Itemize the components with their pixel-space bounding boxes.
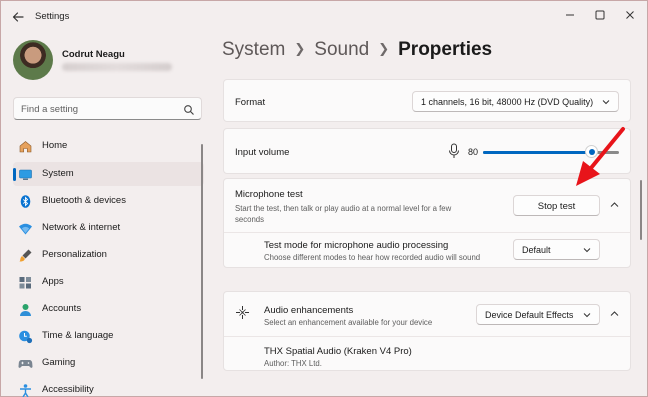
audio-enhancements-label: Audio enhancements [264,305,354,316]
test-mode-dropdown[interactable]: Default [513,239,600,260]
search-icon[interactable] [183,103,195,115]
stop-test-button[interactable]: Stop test [513,195,600,216]
sidebar-item-personalization[interactable]: Personalization [13,243,204,267]
sidebar-item-network[interactable]: Network & internet [13,216,204,240]
search-input[interactable]: Find a setting [13,97,202,120]
volume-value: 80 [468,147,479,157]
apps-icon [18,275,33,290]
audio-enhancements-description: Select an enhancement available for your… [264,318,433,327]
sidebar-item-label: Home [42,140,68,151]
avatar[interactable] [13,40,53,80]
enhancements-dropdown[interactable]: Device Default Effects [476,304,600,325]
sidebar-item-label: Apps [42,276,64,287]
personalization-icon [18,248,33,263]
chevron-down-icon [583,248,591,253]
thx-author: Author: THX Ltd. [264,359,322,368]
main-scrollbar[interactable] [640,180,642,240]
minimize-icon[interactable] [556,4,584,26]
format-value: 1 channels, 16 bit, 48000 Hz (DVD Qualit… [421,97,594,107]
test-mode-value: Default [522,245,551,255]
gaming-icon [18,356,33,371]
home-icon [18,139,33,154]
accessibility-icon [18,383,33,397]
sidebar-item-system[interactable]: System [13,162,204,186]
back-arrow-icon[interactable] [10,9,26,25]
chevron-right-icon: ❯ [378,41,390,56]
active-indicator [13,168,16,181]
page-title: Properties [398,39,493,60]
sidebar-item-accounts[interactable]: Accounts [13,297,204,321]
user-name: Codrut Neagu [62,49,125,60]
sidebar-item-label: System [42,168,74,179]
sidebar-item-label: Gaming [42,357,76,368]
stop-test-label: Stop test [537,201,576,212]
close-icon[interactable] [616,4,644,26]
breadcrumb-sound[interactable]: Sound [314,39,369,60]
thx-label: THX Spatial Audio (Kraken V4 Pro) [264,346,412,357]
divider [224,232,630,233]
sidebar-item-label: Accessibility [42,384,94,395]
chevron-right-icon: ❯ [294,41,306,56]
microphone-test-label: Microphone test [235,189,303,200]
format-card: Format 1 channels, 16 bit, 48000 Hz (DVD… [223,79,631,122]
red-arrow-annotation [576,127,625,186]
maximize-icon[interactable] [586,4,614,26]
breadcrumb: System ❯ Sound ❯ Properties [222,39,492,61]
microphone-test-card: Microphone test Start the test, then tal… [223,178,631,268]
divider [224,336,630,337]
chevron-up-icon[interactable] [610,201,619,208]
chevron-down-icon [583,313,591,318]
sidebar-item-label: Time & language [42,330,114,341]
format-label: Format [235,97,266,108]
format-dropdown[interactable]: 1 channels, 16 bit, 48000 Hz (DVD Qualit… [412,91,619,112]
enhancements-sparkle-icon [235,305,250,320]
test-mode-description: Choose different modes to hear how recor… [264,253,481,262]
sidebar-scrollbar[interactable] [201,144,203,379]
sidebar-item-gaming[interactable]: Gaming [13,351,204,375]
sidebar-item-label: Network & internet [42,222,121,233]
sidebar-item-home[interactable]: Home [13,134,204,158]
bluetooth-icon [18,194,33,209]
sidebar-item-time-language[interactable]: Time & language [13,324,204,348]
accounts-icon [18,302,33,317]
network-icon [18,221,33,236]
user-email-blurred [62,63,172,71]
sidebar-item-label: Accounts [42,303,82,314]
chevron-down-icon [602,100,610,105]
search-placeholder: Find a setting [21,104,79,115]
microphone-icon[interactable] [448,143,460,159]
chevron-up-icon[interactable] [610,310,619,317]
title-bar: Settings [0,0,648,32]
sidebar-item-apps[interactable]: Apps [13,270,204,294]
sidebar-item-label: Personalization [42,249,107,260]
audio-enhancements-card: Audio enhancements Select an enhancement… [223,291,631,371]
breadcrumb-system[interactable]: System [222,39,285,60]
time-language-icon [18,329,33,344]
enhancements-value: Device Default Effects [485,310,574,320]
microphone-test-description: Start the test, then talk or play audio … [235,204,452,224]
app-title: Settings [35,11,70,22]
sidebar-item-label: Bluetooth & devices [42,195,126,206]
input-volume-label: Input volume [235,147,290,158]
system-icon [18,167,33,182]
sidebar-item-accessibility[interactable]: Accessibility [13,378,204,397]
test-mode-label: Test mode for microphone audio processin… [264,240,449,251]
sidebar-item-bluetooth[interactable]: Bluetooth & devices [13,189,204,213]
